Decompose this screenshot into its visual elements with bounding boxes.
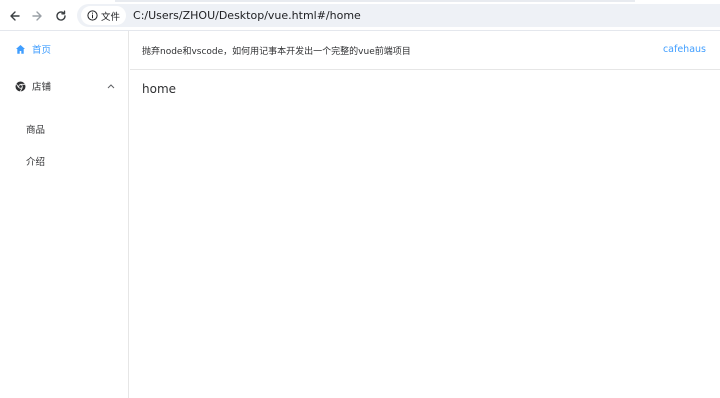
reload-icon <box>55 10 67 22</box>
page-header: 抛弃node和vscode，如何用记事本开发出一个完整的vue前端项目 cafe… <box>130 31 720 70</box>
sidebar-menu: 首页 店铺 商品 介绍 <box>0 31 129 398</box>
address-bar[interactable]: 文件 C:/Users/ZHOU/Desktop/vue.html#/home <box>77 4 720 27</box>
sidebar-item-goods[interactable]: 商品 <box>0 118 128 140</box>
chevron-up-icon <box>106 81 116 91</box>
sidebar-item-label: 商品 <box>26 125 46 136</box>
back-button[interactable] <box>5 6 25 26</box>
page-title: 抛弃node和vscode，如何用记事本开发出一个完整的vue前端项目 <box>142 46 411 57</box>
forward-arrow-icon <box>31 10 43 22</box>
sidebar-submenu-shop[interactable]: 店铺 <box>0 75 128 97</box>
sidebar-item-intro[interactable]: 介绍 <box>0 150 128 172</box>
sidebar-item-label: 店铺 <box>32 82 52 93</box>
back-arrow-icon <box>9 10 21 22</box>
main-content: home <box>130 71 720 398</box>
route-content: home <box>142 82 177 96</box>
author-link[interactable]: cafehaus <box>663 44 706 55</box>
site-info-label: 文件 <box>101 11 121 23</box>
url-text[interactable]: C:/Users/ZHOU/Desktop/vue.html#/home <box>133 9 361 22</box>
browser-toolbar: 文件 C:/Users/ZHOU/Desktop/vue.html#/home <box>0 0 720 31</box>
site-info-chip[interactable]: 文件 <box>81 6 127 25</box>
page-load-indicator <box>115 0 635 2</box>
sidebar-item-label: 首页 <box>32 45 52 56</box>
sidebar-item-home[interactable]: 首页 <box>0 38 128 60</box>
home-icon <box>15 40 26 59</box>
chrome-icon <box>15 77 26 96</box>
sidebar-item-label: 介绍 <box>26 157 46 168</box>
reload-button[interactable] <box>51 6 71 26</box>
info-icon <box>86 10 98 22</box>
forward-button[interactable] <box>27 6 47 26</box>
